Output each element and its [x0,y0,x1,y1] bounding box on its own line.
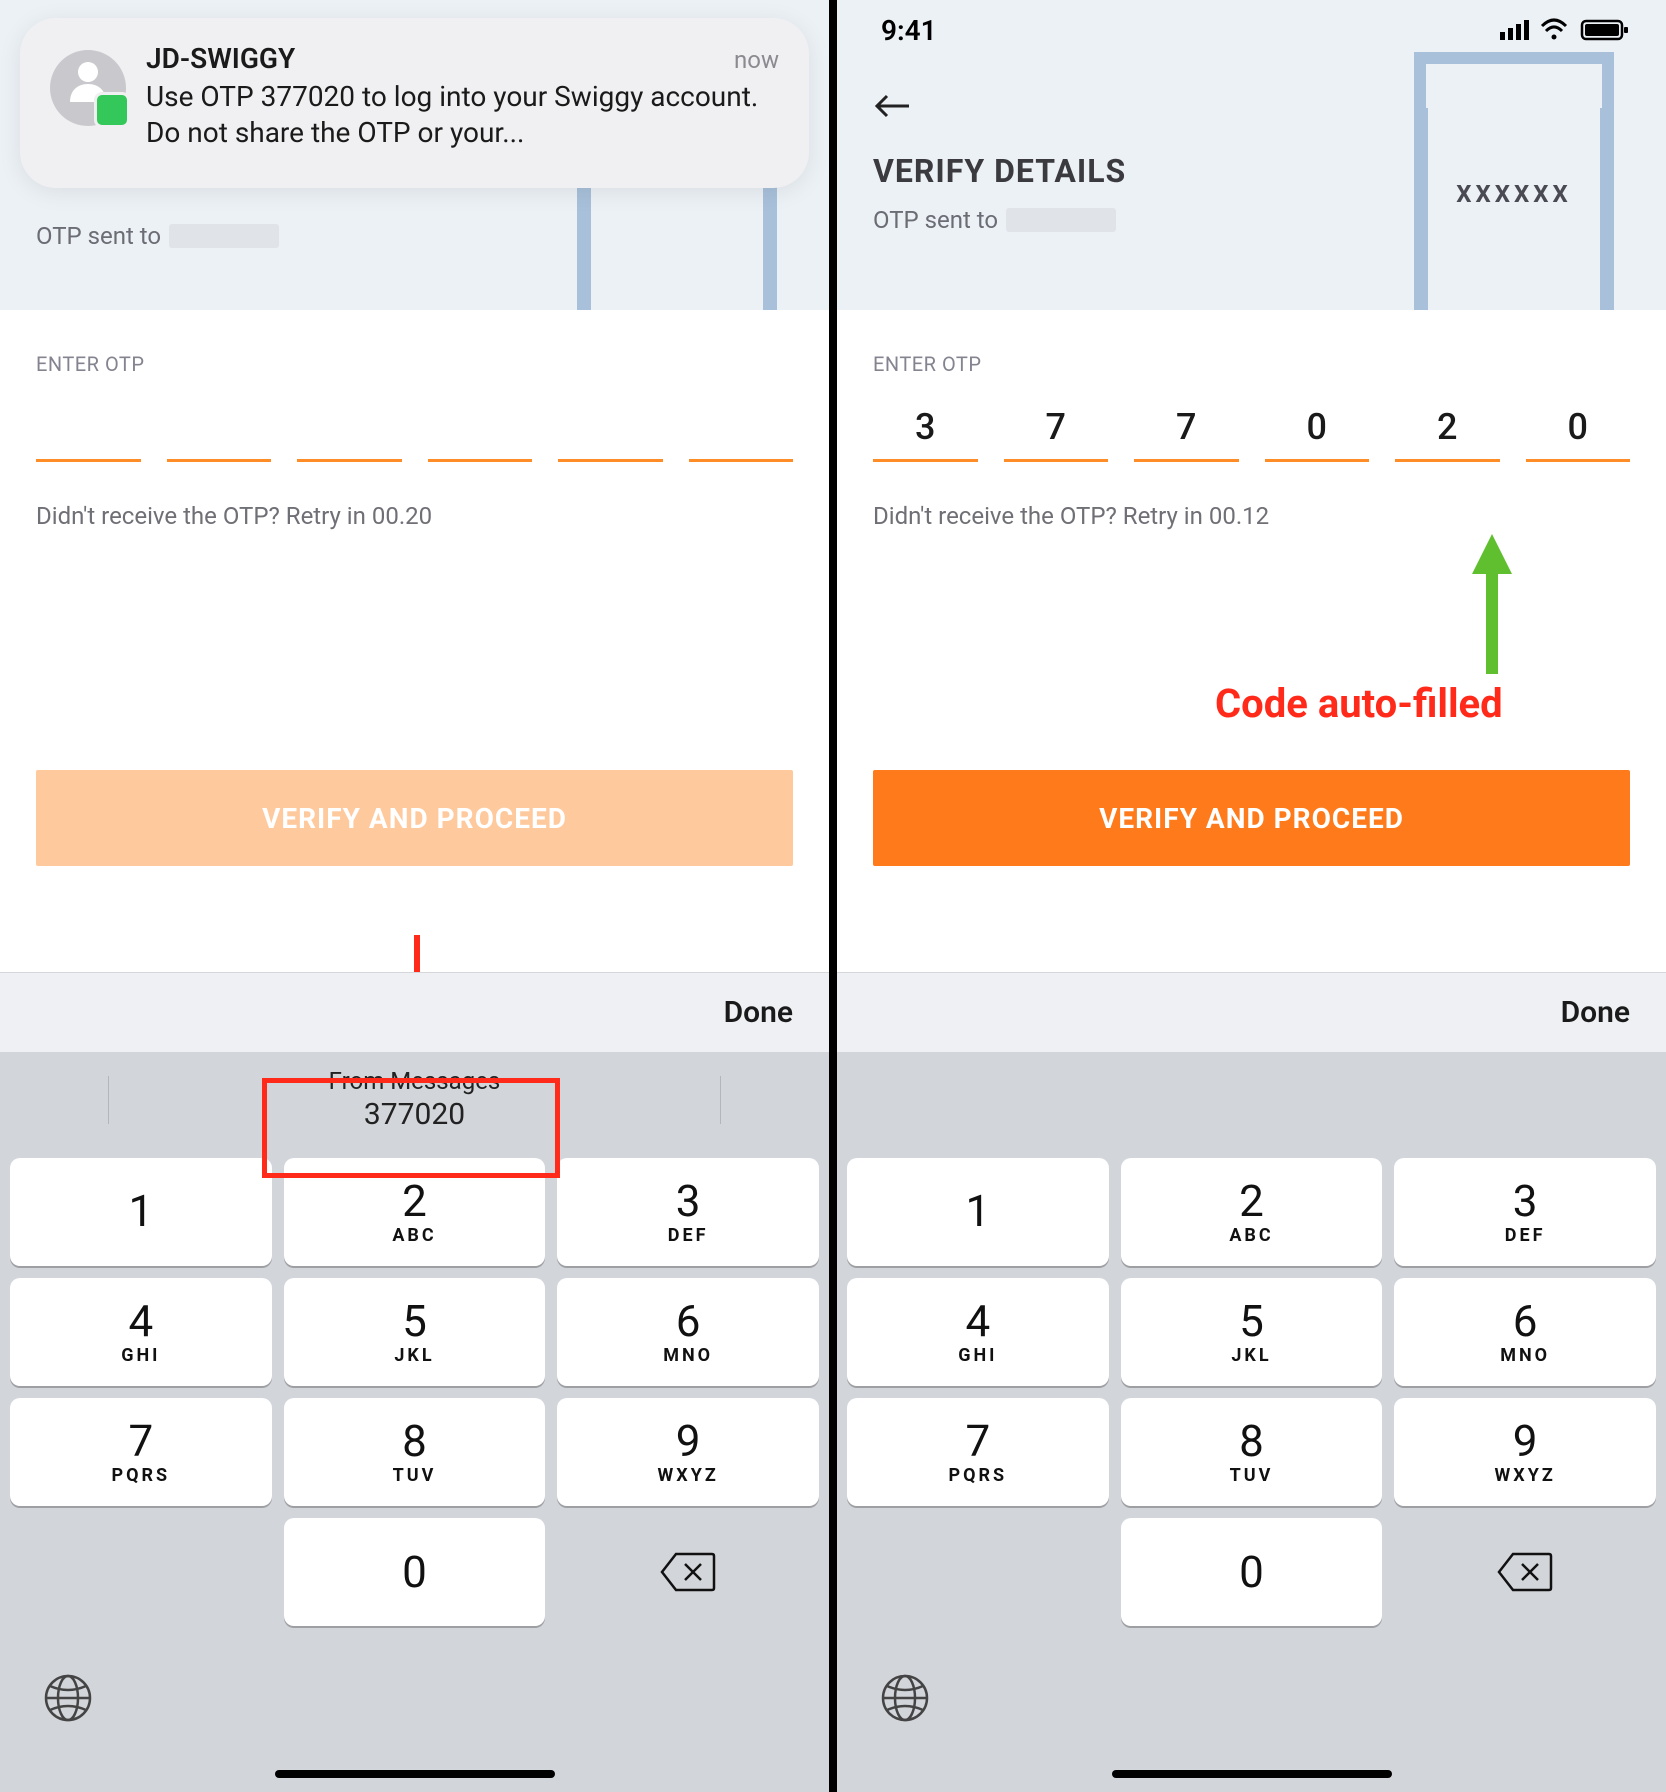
phone-redacted [1006,208,1116,232]
key-5[interactable]: 5JKL [1121,1278,1383,1386]
key-1[interactable]: 1 [10,1158,272,1266]
key-0[interactable]: 0 [284,1518,546,1626]
keyboard-suggestion-row [837,1052,1666,1148]
keyboard-bottom-bar [837,1642,1666,1792]
otp-input-row [0,394,829,462]
keyboard-bottom-bar [0,1642,829,1792]
backspace-icon [660,1552,716,1592]
keyboard-toolbar: Done [837,972,1666,1052]
otp-input-row: 3 7 7 0 2 0 [837,394,1666,462]
otp-digit-2[interactable] [167,394,272,462]
key-8[interactable]: 8TUV [1121,1398,1383,1506]
back-arrow-icon [873,92,913,120]
back-button[interactable] [865,84,921,132]
otp-digit-3[interactable]: 7 [1134,394,1239,462]
key-blank [10,1518,272,1626]
notification-message: Use OTP 377020 to log into your Swiggy a… [146,79,779,152]
key-4[interactable]: 4GHI [847,1278,1109,1386]
status-bar: 9:41 [837,0,1666,60]
enter-otp-label: ENTER OTP [873,352,1666,376]
keyboard-toolbar: Done [0,972,829,1052]
otp-digit-6[interactable] [689,394,794,462]
status-time: 9:41 [881,14,937,47]
key-7[interactable]: 7PQRS [10,1398,272,1506]
pane-divider [829,0,837,1792]
key-8[interactable]: 8TUV [284,1398,546,1506]
annotation-text: Code auto-filled [1215,680,1503,727]
status-icons [1500,18,1630,42]
retry-text: Didn't receive the OTP? Retry in 00.20 [36,502,829,530]
key-7[interactable]: 7PQRS [847,1398,1109,1506]
key-4[interactable]: 4GHI [10,1278,272,1386]
retry-text: Didn't receive the OTP? Retry in 00.12 [873,502,1666,530]
key-backspace[interactable] [557,1518,819,1626]
otp-digit-6[interactable]: 0 [1526,394,1631,462]
verify-proceed-button[interactable]: VERIFY AND PROCEED [36,770,793,866]
annotation-red-box [262,1078,560,1178]
notification-sender: JD-SWIGGY [146,42,295,75]
numeric-keypad: 1 2ABC 3DEF 4GHI 5JKL 6MNO 7PQRS 8TUV 9W… [837,1148,1666,1642]
suggestion-separator [720,1076,721,1124]
key-0[interactable]: 0 [1121,1518,1383,1626]
verify-proceed-button[interactable]: VERIFY AND PROCEED [873,770,1630,866]
otp-digit-2[interactable]: 7 [1004,394,1109,462]
numeric-keypad: 1 2ABC 3DEF 4GHI 5JKL 6MNO 7PQRS 8TUV 9W… [0,1148,829,1642]
phone-redacted [169,224,279,248]
keyboard: Done 1 2ABC 3DEF 4GHI 5JKL 6MNO 7PQRS 8T… [837,972,1666,1792]
otp-digit-3[interactable] [297,394,402,462]
key-blank [847,1518,1109,1626]
key-1[interactable]: 1 [847,1158,1109,1266]
key-6[interactable]: 6MNO [1394,1278,1656,1386]
contact-avatar-icon [50,50,126,126]
svg-text:XXXXXX: XXXXXX [1456,180,1571,208]
sms-notification[interactable]: JD-SWIGGY now Use OTP 377020 to log into… [20,18,809,188]
otp-digit-1[interactable]: 3 [873,394,978,462]
otp-sent-label: OTP sent to [36,222,161,250]
key-9[interactable]: 9WXYZ [1394,1398,1656,1506]
home-indicator[interactable] [1112,1770,1392,1778]
annotation-green-arrow [1462,534,1522,674]
suggestion-separator [108,1076,109,1124]
right-screenshot: 9:41 VERIFY DETAILS OTP sent to XXXXXX [837,0,1666,1792]
key-2[interactable]: 2ABC [1121,1158,1383,1266]
key-5[interactable]: 5JKL [284,1278,546,1386]
globe-icon[interactable] [42,1672,94,1728]
otp-digit-4[interactable] [428,394,533,462]
backspace-icon [1497,1552,1553,1592]
notification-time: now [734,46,779,74]
keyboard-done-button[interactable]: Done [724,995,793,1030]
keyboard-done-button[interactable]: Done [1561,995,1630,1030]
otp-digit-4[interactable]: 0 [1265,394,1370,462]
key-3[interactable]: 3DEF [557,1158,819,1266]
otp-digit-5[interactable] [558,394,663,462]
otp-sent-label: OTP sent to [873,206,998,234]
key-6[interactable]: 6MNO [557,1278,819,1386]
left-screenshot: OTP sent to JD-SWIGGY now Use OTP 377020… [0,0,829,1792]
home-indicator[interactable] [275,1770,555,1778]
otp-digit-1[interactable] [36,394,141,462]
header-area: 9:41 VERIFY DETAILS OTP sent to XXXXXX [837,0,1666,310]
key-9[interactable]: 9WXYZ [557,1398,819,1506]
globe-icon[interactable] [879,1672,931,1728]
key-3[interactable]: 3DEF [1394,1158,1656,1266]
enter-otp-label: ENTER OTP [36,352,829,376]
phone-illustration: XXXXXX [1384,52,1634,310]
keyboard: Done From Messages 377020 1 2ABC 3DEF 4G… [0,972,829,1792]
key-backspace[interactable] [1394,1518,1656,1626]
otp-digit-5[interactable]: 2 [1395,394,1500,462]
page-title: VERIFY DETAILS [873,152,1126,190]
